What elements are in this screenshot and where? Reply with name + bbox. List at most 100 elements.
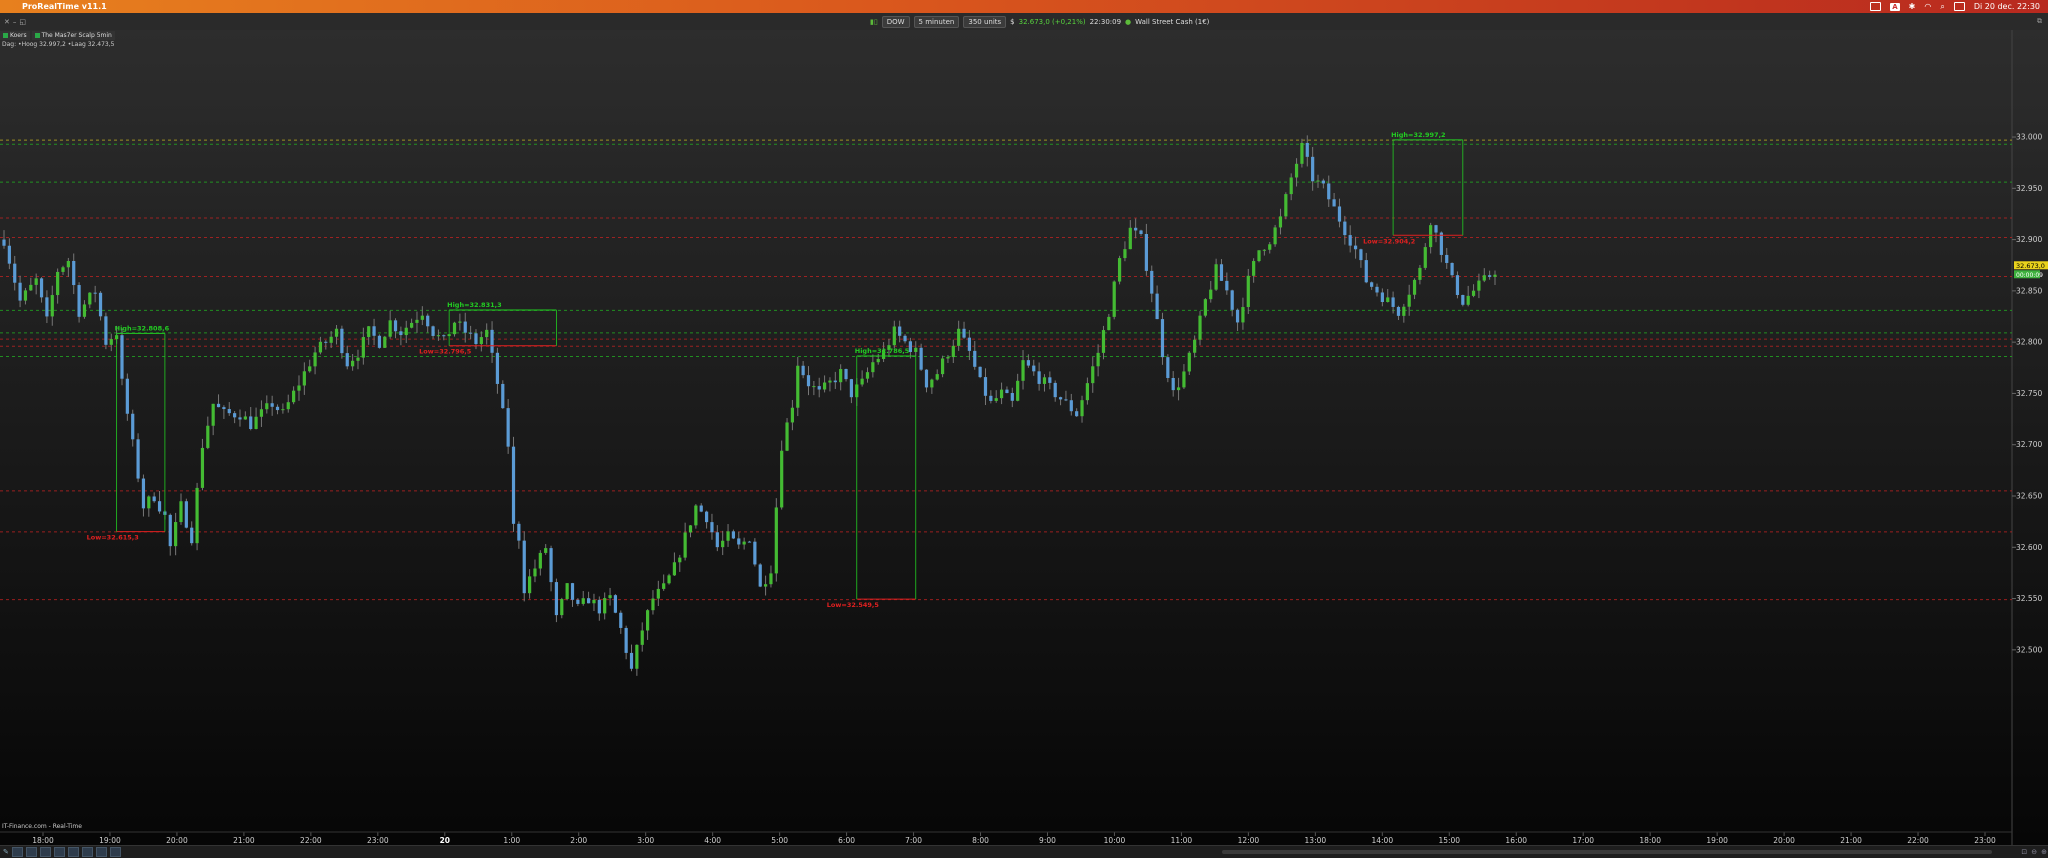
candle-body xyxy=(613,595,618,613)
chart-scrollbar[interactable] xyxy=(1222,850,1992,854)
candle-body xyxy=(238,417,242,420)
candle-body xyxy=(903,335,907,342)
candle-body xyxy=(839,369,843,383)
candle-body xyxy=(1434,225,1438,233)
pencil-icon[interactable]: ✎ xyxy=(3,848,9,856)
candle-body xyxy=(678,557,682,563)
candle-body xyxy=(1488,275,1492,277)
candle-body xyxy=(1096,352,1100,367)
keyboard-icon[interactable]: A xyxy=(1890,2,1900,11)
candle-body xyxy=(72,260,76,286)
candle-body xyxy=(1075,411,1079,417)
zoom-fit-icon[interactable]: ⊡ xyxy=(2021,848,2027,856)
candle-body xyxy=(39,278,44,298)
link-icon[interactable]: ⧉ xyxy=(2037,17,2042,26)
x-tick-label: 19:00 xyxy=(1706,836,1728,845)
candle-body xyxy=(812,386,816,388)
candle-body xyxy=(125,378,129,414)
candle-body xyxy=(1407,294,1411,307)
candle-body xyxy=(109,339,113,345)
bar-chart-icon[interactable]: ▮▯ xyxy=(870,18,878,26)
app-title[interactable]: ProRealTime v11.1 xyxy=(22,2,107,11)
x-tick-label: 8:00 xyxy=(972,836,989,845)
instrument-select[interactable]: DOW xyxy=(881,15,910,28)
y-tick-label: 32.750 xyxy=(2016,389,2042,398)
candle-body xyxy=(1332,199,1336,207)
zoom-out-icon[interactable]: ⊖ xyxy=(2031,848,2037,856)
candle-body xyxy=(501,383,505,409)
candle-body xyxy=(554,582,559,616)
bluetooth-icon[interactable]: ✱ xyxy=(1909,2,1916,11)
candle-body xyxy=(914,347,918,352)
candle-body xyxy=(1418,267,1422,280)
price-chart[interactable]: High=32.808,6 Low=32.615,3 High=32.831,3 Lo… xyxy=(0,30,2048,845)
units-select[interactable]: 350 units xyxy=(963,15,1007,28)
y-tick-label: 32.550 xyxy=(2016,594,2042,603)
candle-body xyxy=(769,573,773,585)
candle-body xyxy=(999,389,1004,399)
tool-cursor-icon[interactable] xyxy=(11,847,23,857)
candlestick-chart[interactable]: High=32.808,6 Low=32.615,3 High=32.831,3 Lo… xyxy=(0,30,2048,845)
candle-body xyxy=(796,365,800,408)
candle-body xyxy=(726,531,730,541)
candle-body xyxy=(281,409,285,411)
candle-body xyxy=(560,599,564,616)
candle-body xyxy=(790,407,795,423)
minimize-icon[interactable]: – xyxy=(13,18,17,26)
candle-body xyxy=(1284,194,1288,217)
candle-body xyxy=(1182,371,1186,388)
candle-body xyxy=(1080,400,1084,417)
candle-body xyxy=(1198,315,1202,340)
candle-body xyxy=(758,564,762,587)
candle-body xyxy=(147,496,151,509)
tool-crosshair-icon[interactable] xyxy=(25,847,37,857)
candle-body xyxy=(946,357,950,359)
zoom-in-icon[interactable]: ⊕ xyxy=(2041,848,2047,856)
x-tick-label: 20:00 xyxy=(166,836,188,845)
candle-body xyxy=(1085,383,1089,401)
candle-body xyxy=(517,523,521,541)
timeframe-select[interactable]: 5 minuten xyxy=(913,15,960,28)
candle-body xyxy=(935,374,939,380)
candle-body xyxy=(254,416,258,430)
candle-body xyxy=(1026,360,1030,366)
tab-scalp-indicator[interactable]: The Mas7er Scalp 5min xyxy=(31,31,115,40)
candle-body xyxy=(908,341,913,352)
tab-koers[interactable]: Koers xyxy=(0,31,30,40)
wifi-icon[interactable]: ◠ xyxy=(1924,2,1931,11)
candle-body xyxy=(849,379,854,398)
candle-body xyxy=(522,540,526,594)
y-tick-label: 32.800 xyxy=(2016,338,2042,347)
menubar-clock[interactable]: Di 20 dec. 22:30 xyxy=(1974,2,2040,11)
tool-grid-icon[interactable] xyxy=(81,847,93,857)
box-low-label: Low=32.615,3 xyxy=(87,534,139,542)
close-icon[interactable]: ✕ xyxy=(4,18,10,26)
detach-icon[interactable]: ◱ xyxy=(19,18,26,26)
candle-body xyxy=(308,366,312,372)
candle-body xyxy=(104,316,108,345)
candle-body xyxy=(265,403,269,410)
candle-body xyxy=(1321,180,1325,184)
tool-text-icon[interactable] xyxy=(67,847,79,857)
x-tick-label: 20:00 xyxy=(1773,836,1795,845)
candle-body xyxy=(1193,339,1197,353)
candle-body xyxy=(994,398,998,401)
battery-icon[interactable] xyxy=(1870,2,1882,11)
candle-body xyxy=(742,541,746,545)
candle-body xyxy=(1423,247,1427,268)
tool-line-icon[interactable] xyxy=(39,847,51,857)
box-high-label: High=32.997,2 xyxy=(1391,131,1445,139)
tool-indicator-icon[interactable] xyxy=(109,847,121,857)
candle-body xyxy=(892,326,896,346)
candle-body xyxy=(1396,306,1401,316)
tool-fib-icon[interactable] xyxy=(53,847,65,857)
control-center-icon[interactable] xyxy=(1953,2,1965,11)
search-icon[interactable]: ⌕ xyxy=(1940,2,1944,12)
candle-body xyxy=(586,598,591,604)
zoom-controls: ⊡ ⊖ ⊕ xyxy=(2021,848,2047,856)
tool-copy-icon[interactable] xyxy=(95,847,107,857)
candle-body xyxy=(672,562,677,576)
market-status-icon: ● xyxy=(1125,17,1132,26)
candle-body xyxy=(1402,306,1406,316)
candle-body xyxy=(211,403,215,426)
